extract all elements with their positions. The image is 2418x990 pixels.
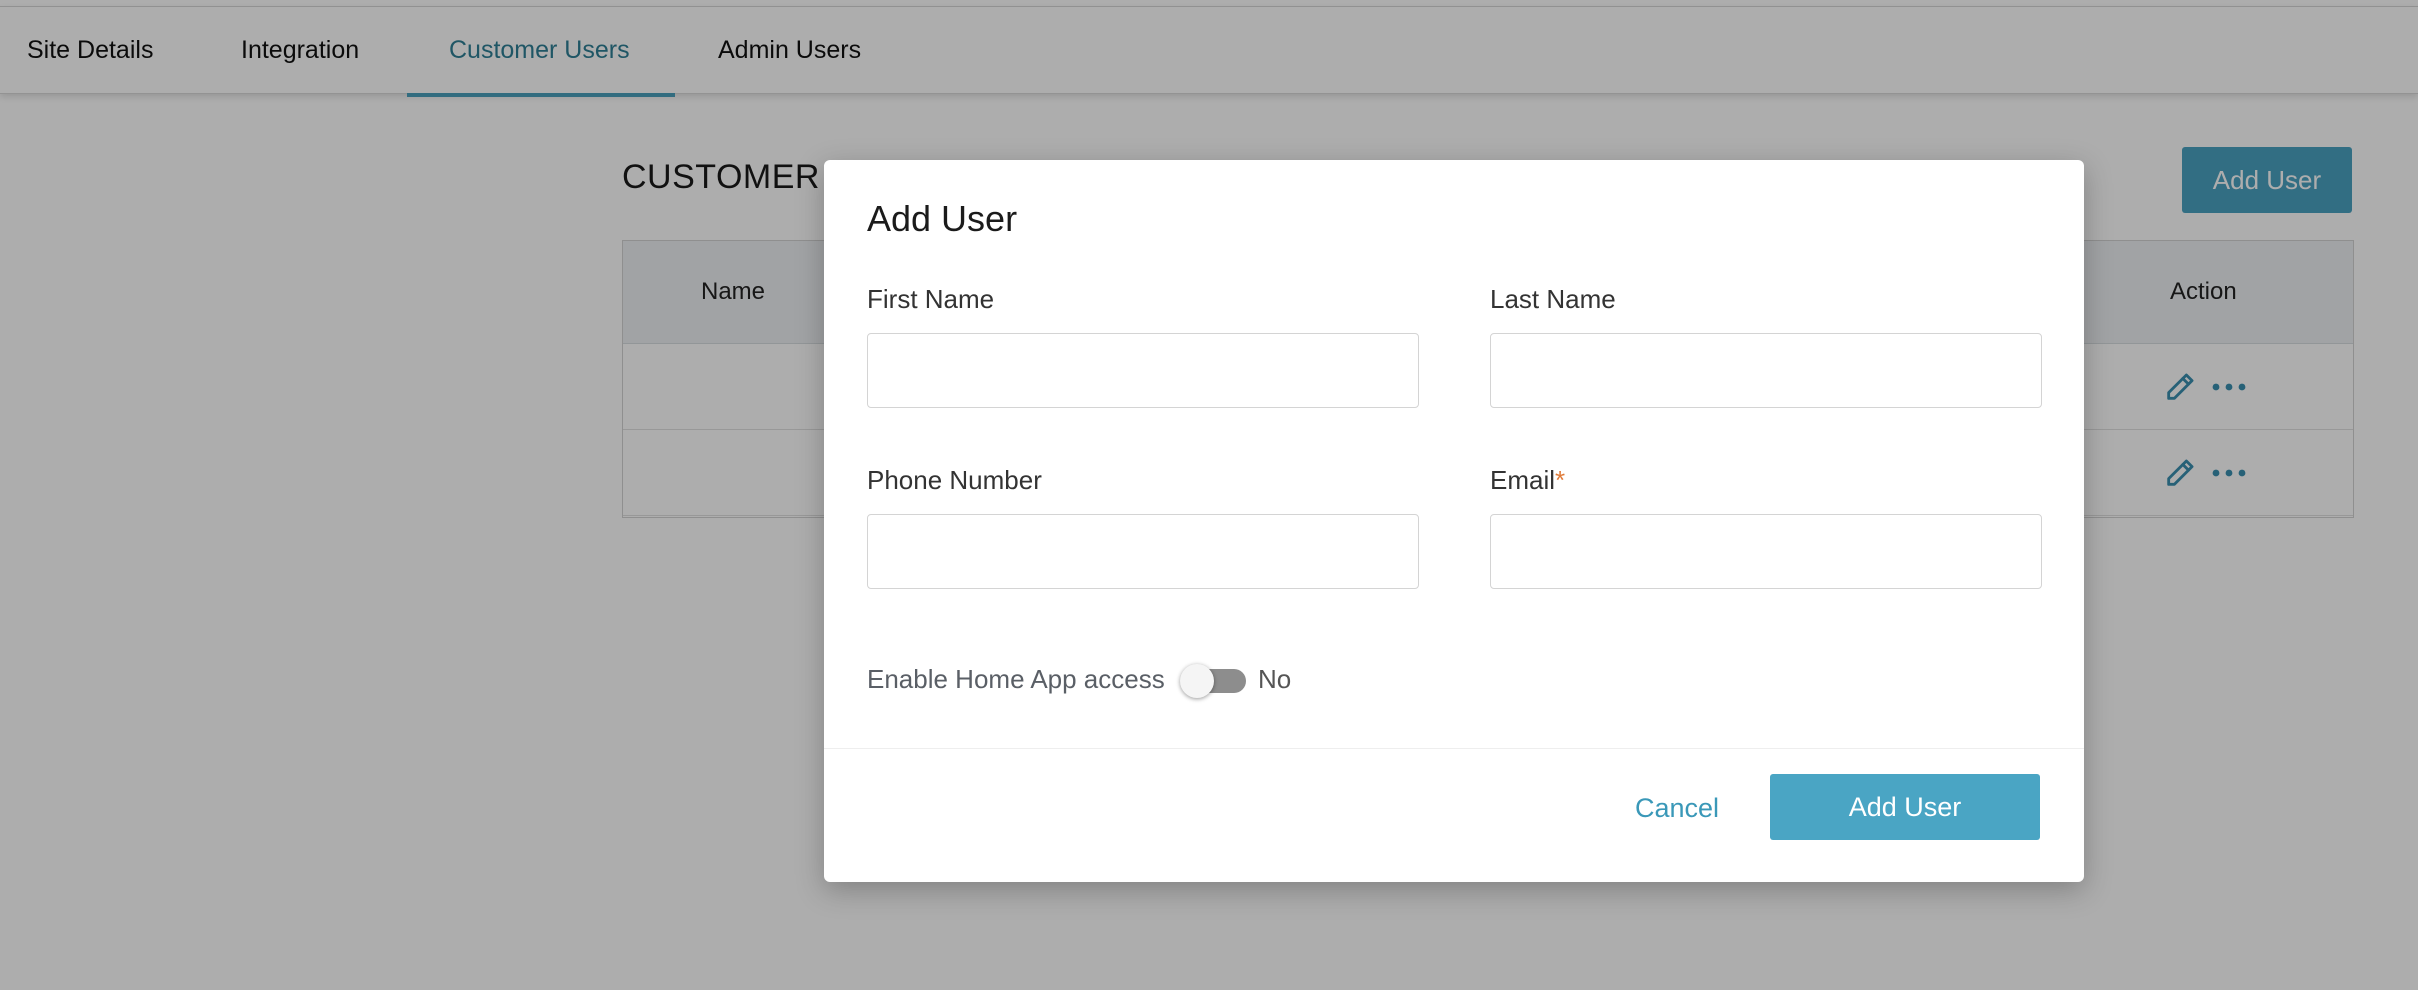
- required-marker: *: [1555, 465, 1566, 495]
- toggle-knob: [1180, 664, 1214, 698]
- email-label-group: Email*: [1490, 465, 1565, 496]
- last-name-input[interactable]: [1490, 333, 2042, 408]
- submit-add-user-button[interactable]: Add User: [1770, 774, 2040, 840]
- cancel-button[interactable]: Cancel: [1622, 775, 1732, 841]
- dialog-title: Add User: [867, 198, 1018, 239]
- phone-number-input[interactable]: [867, 514, 1419, 589]
- first-name-input[interactable]: [867, 333, 1419, 408]
- email-input[interactable]: [1490, 514, 2042, 589]
- last-name-label: Last Name: [1490, 284, 1616, 314]
- email-label: Email: [1490, 465, 1556, 495]
- add-user-dialog: Add User First Name Last Name Phone Numb…: [824, 160, 2084, 882]
- page: Site Details Integration Customer Users …: [0, 0, 2418, 990]
- dialog-footer-divider: [824, 748, 2084, 749]
- first-name-label: First Name: [867, 284, 995, 314]
- toggle-state-text: No: [1258, 664, 1292, 694]
- phone-number-label: Phone Number: [867, 465, 1042, 495]
- home-app-access-toggle[interactable]: [1180, 664, 1246, 698]
- home-app-access-label: Enable Home App access: [867, 664, 1165, 694]
